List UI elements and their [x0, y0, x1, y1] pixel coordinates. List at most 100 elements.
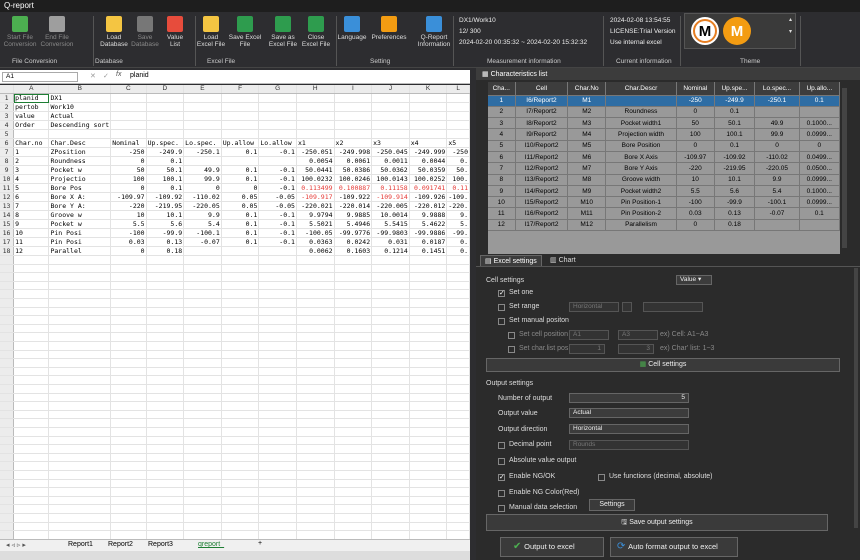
set-one-radio[interactable]: ✓: [498, 290, 505, 297]
sheet-cell[interactable]: 0.0062: [296, 246, 335, 257]
sheet-cell[interactable]: -0.1: [258, 165, 297, 176]
sheet-cell[interactable]: [183, 401, 222, 411]
sheet-cell[interactable]: [258, 401, 297, 411]
sheet-cell[interactable]: [409, 410, 448, 420]
sheet-cell[interactable]: [371, 393, 410, 403]
sheet-cell[interactable]: [371, 418, 410, 428]
sheet-cell[interactable]: 7: [13, 201, 50, 212]
sheet-cell[interactable]: 100.1: [146, 174, 185, 185]
sheet-cell[interactable]: [446, 410, 470, 420]
sheet-cell[interactable]: 0.05: [221, 201, 260, 212]
row-header[interactable]: [0, 264, 15, 274]
char-list-cell[interactable]: 10: [676, 174, 715, 186]
sheet-cell[interactable]: [258, 530, 297, 539]
char-list-cell[interactable]: I16/Report2: [515, 207, 569, 220]
char-list-cell[interactable]: -250: [676, 95, 715, 107]
sheet-cell[interactable]: [221, 470, 260, 480]
sheet-cell[interactable]: [296, 513, 335, 523]
sheet-cell[interactable]: -109.917: [296, 192, 335, 203]
sheet-cell[interactable]: [371, 453, 410, 463]
sheet-cell[interactable]: 0.05: [221, 192, 260, 203]
sheet-cell[interactable]: 100.0143: [371, 174, 410, 185]
set-cell-pos-checkbox[interactable]: [508, 332, 515, 339]
column-header[interactable]: A: [13, 85, 50, 95]
sheet-cell[interactable]: -220.021: [296, 201, 335, 212]
column-header[interactable]: [0, 85, 15, 95]
sheet-cell[interactable]: [258, 281, 297, 291]
sheet-cell[interactable]: -0.1: [258, 228, 297, 239]
sheet-cell[interactable]: [334, 427, 373, 437]
char-list-cell[interactable]: 4: [488, 128, 516, 141]
sheet-cell[interactable]: [258, 341, 297, 351]
sheet-cell[interactable]: [48, 384, 112, 394]
sheet-cell[interactable]: [371, 530, 410, 539]
sheet-cell[interactable]: 5.6: [146, 219, 185, 230]
row-header[interactable]: [0, 504, 15, 514]
char-list-cell[interactable]: 50.1: [714, 117, 756, 130]
theme-orange-logo-icon[interactable]: M: [723, 17, 751, 45]
sheet-cell[interactable]: [146, 264, 185, 274]
sheet-cell[interactable]: [13, 324, 50, 334]
sheet-cell[interactable]: -220.: [446, 201, 470, 212]
database-save-button[interactable]: Save Database: [131, 14, 159, 48]
sheet-cell[interactable]: [296, 496, 335, 506]
sheet-cell[interactable]: [258, 272, 297, 282]
char-list-cell[interactable]: -220: [676, 162, 715, 175]
sheet-cell[interactable]: [13, 410, 50, 420]
sheet-cell[interactable]: [409, 418, 448, 428]
sheet-cell[interactable]: [48, 315, 112, 325]
sheet-cell[interactable]: [221, 504, 260, 514]
sheet-cell[interactable]: [409, 513, 448, 523]
char-list-cell[interactable]: 9.9: [754, 174, 800, 186]
sheet-cell[interactable]: [221, 120, 260, 131]
char-list-cell[interactable]: 0.1: [799, 95, 840, 107]
sheet-cell[interactable]: Pin Posi: [48, 237, 112, 248]
sheet-cell[interactable]: [183, 367, 222, 377]
sheet-cell[interactable]: [110, 470, 147, 480]
char-list-row[interactable]: 2 I7/Report2 M2 Roundness 0 0.1: [488, 106, 840, 119]
sheet-cell[interactable]: [296, 298, 335, 308]
row-header[interactable]: [0, 332, 15, 343]
row-header[interactable]: [0, 384, 15, 394]
char-list-row[interactable]: 8 I13/Report2 M8 Groove width 10 10.1 9.9 0.099…: [488, 174, 840, 186]
sheet-cell[interactable]: [221, 307, 260, 317]
row-header[interactable]: 6: [0, 138, 15, 149]
sheet-cell[interactable]: [221, 522, 260, 532]
sheet-cell[interactable]: [446, 513, 470, 523]
sheet-cell[interactable]: [334, 453, 373, 463]
sheet-cell[interactable]: [48, 410, 112, 420]
sheet-cell[interactable]: [221, 410, 260, 420]
char-list-cell[interactable]: Pin Position-1: [605, 196, 677, 209]
sheet-cell[interactable]: [446, 487, 470, 497]
info-button[interactable]: Q-Report Information: [413, 14, 455, 48]
sheet-cell[interactable]: [183, 120, 222, 131]
char-list-row[interactable]: 11 I16/Report2 M11 Pin Position-2 0.03 0.13 -0…: [488, 207, 840, 220]
sheet-cell[interactable]: Projectio: [48, 174, 112, 185]
sheet-cell[interactable]: [409, 393, 448, 403]
globe-button[interactable]: Language: [337, 14, 367, 41]
set-manual-radio[interactable]: [498, 318, 505, 325]
add-sheet-icon[interactable]: +: [258, 540, 262, 547]
sheet-cell[interactable]: -220: [110, 201, 147, 212]
char-list-cell[interactable]: 0: [676, 106, 715, 119]
sheet-cell[interactable]: [13, 255, 50, 265]
sheet-cell[interactable]: 0.13: [146, 237, 185, 248]
sheet-cell[interactable]: [221, 332, 260, 343]
char-list-cell[interactable]: I11/Report2: [515, 151, 569, 164]
char-list-row[interactable]: 6 I11/Report2 M6 Bore X Axis -109.97 -109.92-…: [488, 151, 840, 164]
sheet-cell[interactable]: [371, 341, 410, 351]
sheet-cell[interactable]: [296, 111, 335, 122]
char-list-cell[interactable]: Roundness: [605, 106, 677, 119]
sheet-cell[interactable]: [371, 350, 410, 360]
sheet-cell[interactable]: [110, 427, 147, 437]
sheet-cell[interactable]: [48, 393, 112, 403]
sheet-cell[interactable]: [296, 393, 335, 403]
char-list-cell[interactable]: 0.0499...: [799, 151, 840, 164]
row-header[interactable]: 4: [0, 120, 15, 131]
set-range-radio[interactable]: [498, 304, 505, 311]
sheet-cell[interactable]: [183, 530, 222, 539]
char-end-field[interactable]: 3: [618, 344, 654, 354]
sheet-cell[interactable]: [258, 289, 297, 300]
char-list-cell[interactable]: 2: [488, 106, 516, 119]
sheet-cell[interactable]: 50.0441: [296, 165, 335, 176]
